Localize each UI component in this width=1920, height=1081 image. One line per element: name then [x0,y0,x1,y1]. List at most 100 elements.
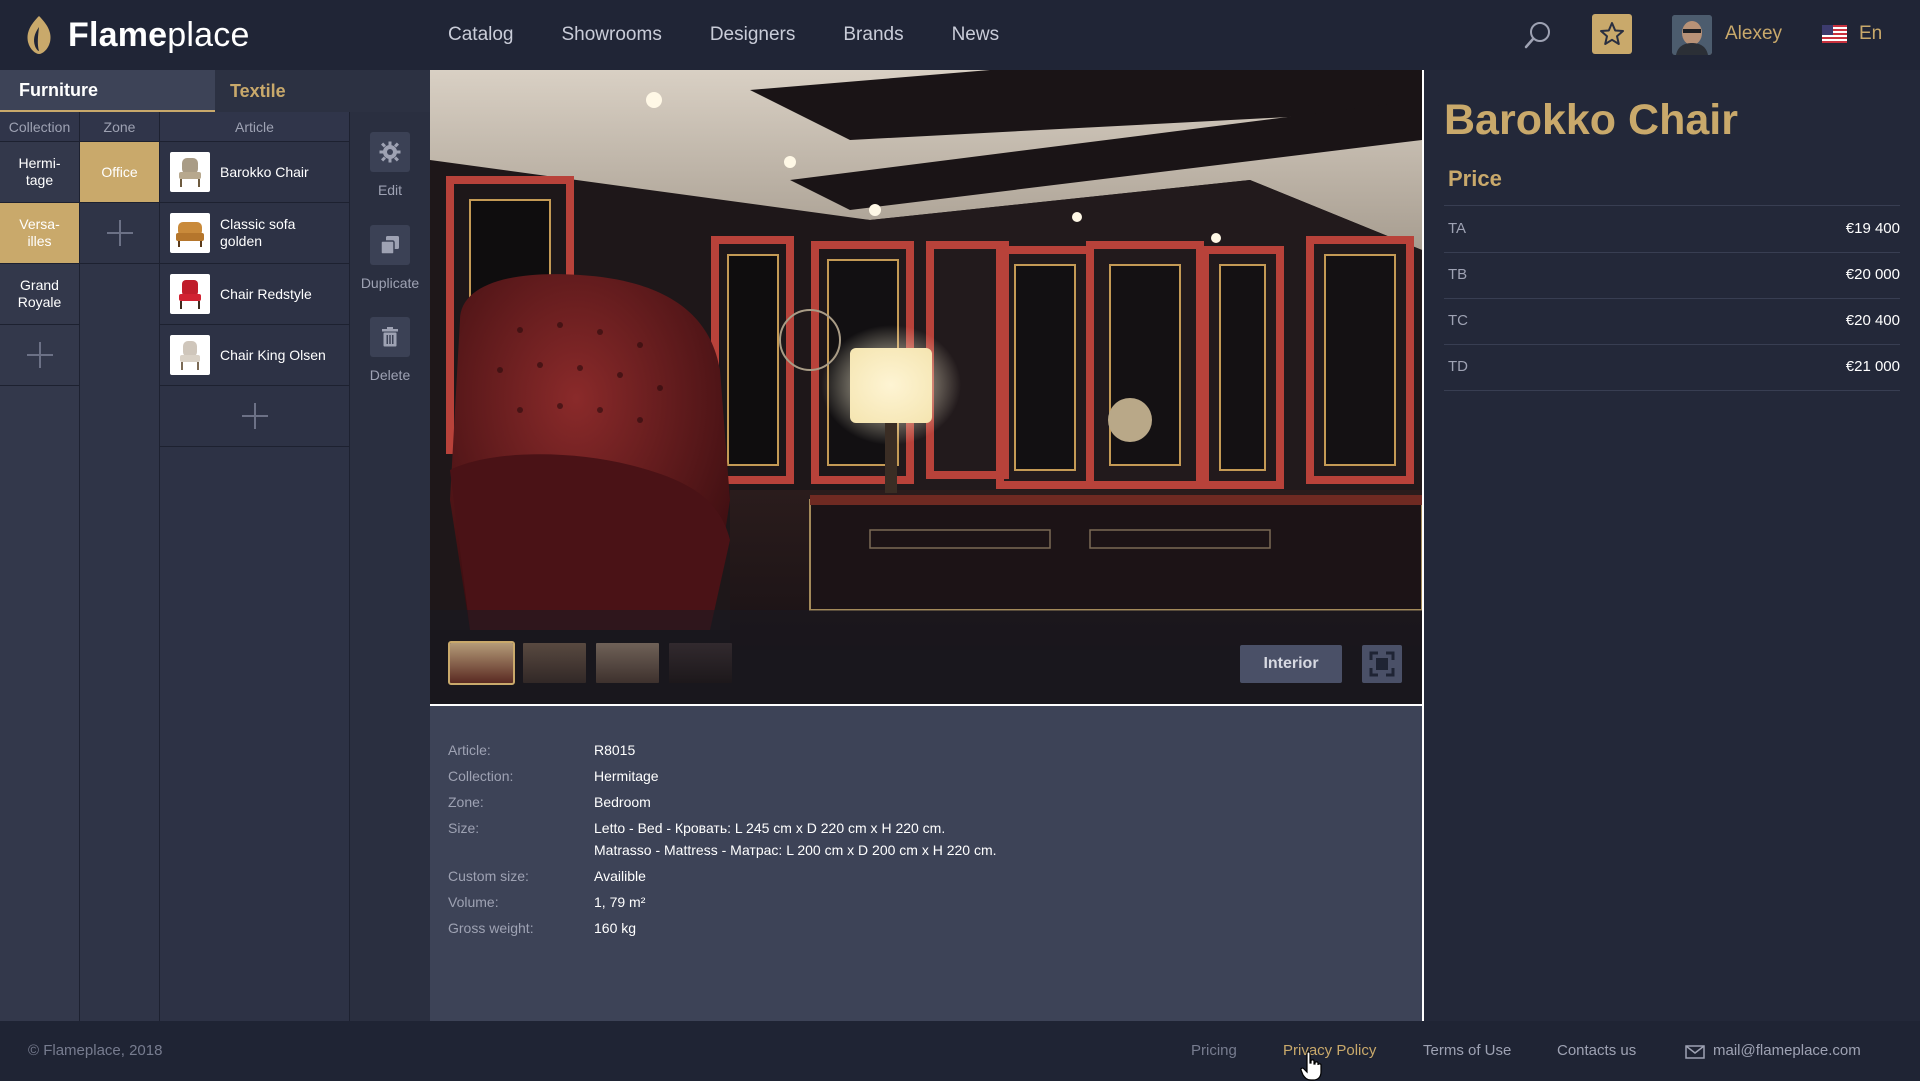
zone-column: Zone Office [80,112,160,1021]
detail-value: Bedroom [594,794,651,810]
add-zone-button[interactable] [80,203,159,264]
favorites-button[interactable] [1592,14,1632,54]
nav-news[interactable]: News [952,24,1000,46]
mail-icon [1685,1045,1705,1059]
add-collection-button[interactable] [0,325,79,386]
footer-link-contacts[interactable]: Contacts us [1557,1042,1636,1059]
nav-catalog[interactable]: Catalog [448,24,514,46]
avatar-image [1672,15,1712,55]
article-item[interactable]: Barokko Chair [160,142,349,203]
collection-header: Collection [0,112,79,142]
article-thumbnail [170,335,210,375]
edit-label: Edit [377,182,403,198]
article-name: Chair Redstyle [220,285,312,302]
price-tier: TB [1448,266,1468,283]
footer-link-terms[interactable]: Terms of Use [1423,1042,1511,1059]
detail-value: R8015 [594,742,636,758]
thumbnail-strip [448,641,742,685]
price-row: TD €21 000 [1444,344,1900,390]
copyright: © Flameplace, 2018 [28,1042,163,1059]
article-header: Article [160,112,349,142]
hand-cursor-icon [1300,1051,1322,1081]
logo[interactable]: Flameplace [22,12,250,58]
category-tabs: Furniture Textile [0,70,430,112]
zone-header: Zone [80,112,159,142]
delete-button[interactable]: Delete [350,317,430,383]
detail-value: Hermitage [594,768,659,784]
detail-value: Matrasso - Mattress - Матрас: L 200 cm x… [594,842,997,858]
nav-showrooms[interactable]: Showrooms [562,24,662,46]
article-thumbnail [170,213,210,253]
duplicate-label: Duplicate [360,275,420,291]
footer-link-pricing[interactable]: Pricing [1191,1042,1237,1059]
plus-icon [26,342,53,368]
edit-button[interactable]: Edit [350,132,430,198]
detail-key: Volume: [448,894,499,910]
footer-email-link[interactable]: mail@flameplace.com [1713,1042,1861,1059]
detail-key: Size: [448,820,480,836]
trash-icon [370,317,410,357]
detail-value: 1, 79 m² [594,894,646,910]
gear-icon [370,132,410,172]
tab-furniture[interactable]: Furniture [0,70,215,112]
plus-icon [241,403,268,429]
flag-icon[interactable] [1822,25,1847,43]
thumbnail-3[interactable] [596,643,659,683]
star-icon [1600,22,1624,45]
collection-item-versailles[interactable]: Versa- illes [0,203,79,264]
article-thumbnail [170,152,210,192]
thumbnail-2[interactable] [523,643,586,683]
collection-column: Collection Hermi- tage Versa- illes Gran… [0,112,80,1021]
detail-key: Article: [448,742,491,758]
article-item[interactable]: Classic sofa golden [160,203,349,264]
price-tier: TC [1448,312,1468,329]
nav-brands[interactable]: Brands [843,24,903,46]
product-image-viewer[interactable]: Interior [430,70,1422,704]
flame-logo-icon [27,16,51,54]
thumbnail-1[interactable] [448,641,515,685]
detail-key: Custom size: [448,868,529,884]
language-selector[interactable]: En [1859,23,1882,45]
interior-photo [430,70,1422,704]
main-nav: Catalog Showrooms Designers Brands News [448,0,1047,70]
tab-textile[interactable]: Textile [215,70,430,112]
detail-key: Gross weight: [448,920,534,936]
article-name: Chair King Olsen [220,346,326,363]
thumbnail-4[interactable] [669,643,732,683]
fullscreen-button[interactable] [1362,645,1402,683]
article-item[interactable]: Chair Redstyle [160,264,349,325]
article-actions: Edit Duplicate Delete [350,112,430,1021]
logo-text-bold: Flame [68,15,168,54]
detail-value: Letto - Bed - Кровать: L 245 cm x D 220 … [594,820,946,836]
duplicate-button[interactable]: Duplicate [350,225,430,291]
logo-text-light: place [167,15,250,54]
article-column: Article Barokko Chair Classic sofa golde… [160,112,350,1021]
catalog-panel: Furniture Textile Collection Hermi- tage… [0,70,430,1021]
zone-item-office[interactable]: Office [80,142,159,203]
interior-button[interactable]: Interior [1240,645,1342,683]
nav-designers[interactable]: Designers [710,24,796,46]
add-article-button[interactable] [160,386,349,447]
price-value: €20 000 [1845,266,1900,283]
fullscreen-icon [1369,651,1395,677]
detail-key: Zone: [448,794,484,810]
footer: © Flameplace, 2018 Pricing Privacy Polic… [0,1021,1920,1081]
collection-item-grand-royale[interactable]: Grand Royale [0,264,79,325]
product-info-panel: Barokko Chair Price TA €19 400 TB €20 000 … [1424,70,1920,1021]
article-item[interactable]: Chair King Olsen [160,325,349,386]
detail-value: 160 kg [594,920,637,936]
user-name[interactable]: Alexey [1725,23,1782,45]
product-details: Article: R8015 Collection: Hermitage Zone:… [430,706,1422,1021]
collection-item-hermitage[interactable]: Hermi- tage [0,142,79,203]
price-value: €20 400 [1845,312,1900,329]
collection-label: Hermi- tage [18,155,61,188]
footer-link-privacy-policy[interactable]: Privacy Policy [1283,1042,1376,1059]
article-name: Classic sofa golden [220,216,296,249]
price-row: TA €19 400 [1444,206,1900,252]
price-tier: TD [1448,358,1468,375]
collection-label: Versa- illes [19,216,60,249]
price-value: €19 400 [1845,220,1900,237]
avatar[interactable] [1672,15,1712,55]
detail-value: Availible [594,868,646,884]
search-icon[interactable] [1523,20,1553,50]
